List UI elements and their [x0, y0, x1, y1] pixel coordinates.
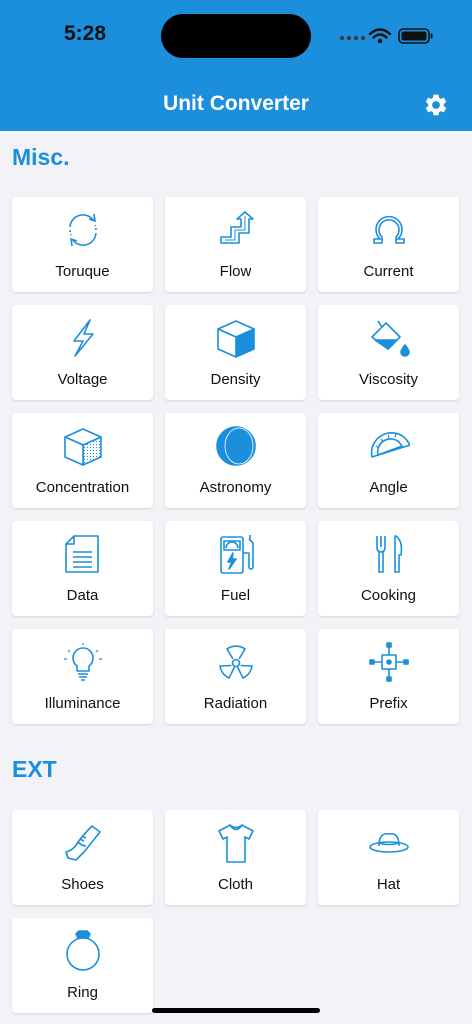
tile-angle[interactable]: Angle: [318, 413, 459, 508]
dynamic-island: [161, 14, 311, 58]
gear-icon: [425, 94, 447, 116]
tile-label: Toruque: [55, 263, 110, 280]
fuel-pump-icon: [220, 535, 254, 574]
tile-ring[interactable]: Ring: [12, 918, 153, 1013]
tile-prefix[interactable]: Prefix: [318, 629, 459, 724]
nav-header: 5:28 Unit Converter: [0, 0, 472, 131]
page-title: Unit Converter: [163, 92, 309, 115]
status-icons: [338, 26, 438, 46]
signal-icon: [339, 35, 366, 41]
tile-voltage[interactable]: Voltage: [12, 305, 153, 400]
fork-knife-icon: [376, 535, 403, 573]
lightning-icon: [73, 319, 94, 357]
tile-label: Data: [66, 587, 99, 604]
tile-label: Ring: [67, 984, 98, 1001]
tile-label: Radiation: [203, 695, 268, 712]
tile-label: Hat: [376, 876, 401, 893]
dotted-cube-icon: [64, 428, 102, 466]
tile-label: Prefix: [369, 695, 408, 712]
radiation-icon: [219, 645, 253, 679]
tile-label: Voltage: [57, 371, 108, 388]
tile-current[interactable]: Current: [318, 197, 459, 292]
section-title-misc: Misc.: [12, 144, 70, 170]
tile-hat[interactable]: Hat: [318, 810, 459, 905]
paint-bucket-drop-icon: [371, 320, 410, 357]
battery-icon: [398, 28, 433, 44]
wifi-icon: [368, 28, 392, 39]
tile-label: Angle: [369, 479, 408, 496]
tile-label: Illuminance: [44, 695, 121, 712]
tile-radiation[interactable]: Radiation: [165, 629, 306, 724]
home-indicator: [152, 1008, 320, 1013]
protractor-icon: [370, 432, 410, 458]
flow-pipe-icon: [220, 211, 254, 244]
tile-viscosity[interactable]: Viscosity: [318, 305, 459, 400]
tile-label: Astronomy: [199, 479, 272, 496]
tile-illuminance[interactable]: Illuminance: [12, 629, 153, 724]
rotation-arrows-icon: [69, 213, 97, 247]
tile-cooking[interactable]: Cooking: [318, 521, 459, 616]
tile-astronomy[interactable]: Astronomy: [165, 413, 306, 508]
tile-density[interactable]: Density: [165, 305, 306, 400]
tile-label: Shoes: [61, 876, 104, 893]
tshirt-icon: [218, 824, 254, 863]
tile-label: Density: [210, 371, 261, 388]
tile-label: Viscosity: [359, 371, 418, 388]
tile-label: Concentration: [35, 479, 130, 496]
tile-label: Cloth: [217, 876, 254, 893]
tile-flow[interactable]: Flow: [165, 197, 306, 292]
light-bulb-icon: [64, 643, 102, 681]
cube-icon: [217, 320, 255, 358]
tile-cloth[interactable]: Cloth: [165, 810, 306, 905]
tile-label: Flow: [219, 263, 252, 280]
tile-data[interactable]: Data: [12, 521, 153, 616]
ohm-icon: [373, 215, 405, 244]
tile-concentration[interactable]: Concentration: [12, 413, 153, 508]
hat-icon: [369, 832, 409, 853]
ring-icon: [66, 930, 100, 971]
status-time: 5:28: [64, 22, 107, 45]
moon-icon: [216, 426, 256, 466]
settings-button[interactable]: [423, 92, 449, 118]
tile-label: Current: [363, 263, 414, 280]
tile-label: Cooking: [360, 587, 417, 604]
section-title-ext: EXT: [12, 756, 57, 782]
tile-torque[interactable]: Toruque: [12, 197, 153, 292]
tile-shoes[interactable]: Shoes: [12, 810, 153, 905]
document-icon: [65, 535, 99, 573]
tile-label: Fuel: [220, 587, 251, 604]
tile-fuel[interactable]: Fuel: [165, 521, 306, 616]
shoe-icon: [65, 825, 101, 861]
chip-icon: [369, 642, 409, 682]
